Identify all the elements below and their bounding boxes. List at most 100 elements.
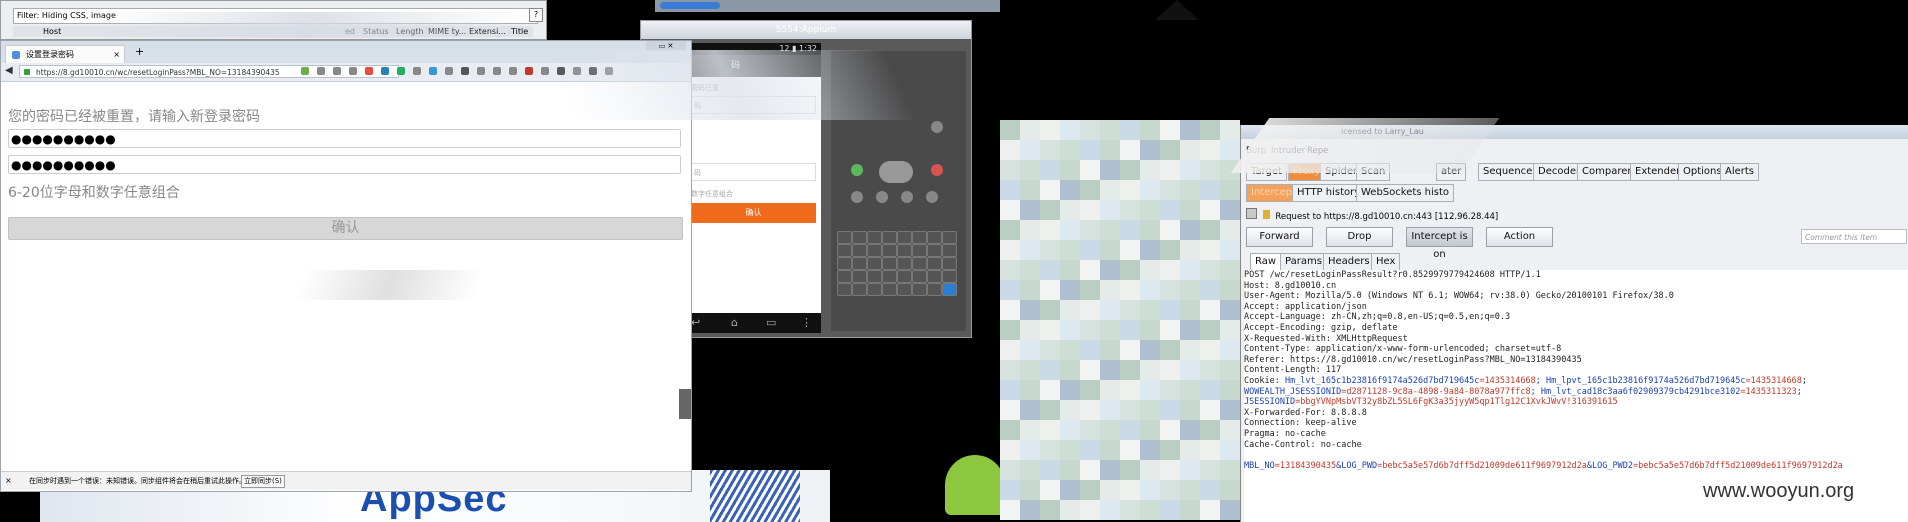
keyboard-key[interactable] xyxy=(867,283,882,296)
power-icon[interactable] xyxy=(931,121,943,133)
history-col-4[interactable]: Extensi... xyxy=(469,26,506,37)
keyboard-key[interactable] xyxy=(852,270,867,283)
keyboard-key[interactable] xyxy=(837,244,852,257)
view-hex[interactable]: Hex xyxy=(1371,253,1401,271)
password-input-1[interactable]: ●●●●●●●●●● xyxy=(8,129,681,148)
keyboard-key[interactable] xyxy=(882,270,897,283)
keyboard-key[interactable] xyxy=(942,283,957,296)
keyboard-key[interactable] xyxy=(852,244,867,257)
extension-icon[interactable] xyxy=(509,67,517,75)
history-col-5[interactable]: Title xyxy=(511,26,528,37)
search-hw-icon[interactable] xyxy=(926,191,938,203)
keyboard-key[interactable] xyxy=(882,244,897,257)
keyboard-key[interactable] xyxy=(897,257,912,270)
keyboard-key[interactable] xyxy=(852,283,867,296)
extension-icon[interactable] xyxy=(589,67,597,75)
extension-icon[interactable] xyxy=(333,67,341,75)
history-col-1[interactable]: Status xyxy=(363,26,389,37)
back-icon[interactable]: ◀ xyxy=(5,65,13,76)
notice-close-icon[interactable]: × xyxy=(5,472,12,490)
menu-hw-icon[interactable] xyxy=(876,191,888,203)
keyboard-key[interactable] xyxy=(837,257,852,270)
phone-input-2[interactable]: 码 xyxy=(691,163,816,181)
keyboard-key[interactable] xyxy=(927,283,942,296)
tab-target[interactable]: Target xyxy=(1246,163,1287,181)
keyboard-key[interactable] xyxy=(867,270,882,283)
extension-icon[interactable] xyxy=(381,67,389,75)
keyboard-key[interactable] xyxy=(942,257,957,270)
view-params[interactable]: Params xyxy=(1280,253,1327,271)
keyboard-key[interactable] xyxy=(912,270,927,283)
tab-alerts[interactable]: Alerts xyxy=(1720,163,1760,181)
keyboard-key[interactable] xyxy=(837,270,852,283)
extension-icon[interactable] xyxy=(605,67,613,75)
action-button[interactable]: Action xyxy=(1486,227,1553,247)
keyboard-key[interactable] xyxy=(912,257,927,270)
keyboard-key[interactable] xyxy=(927,270,942,283)
home-hw-icon[interactable] xyxy=(851,191,863,203)
keyboard-key[interactable] xyxy=(942,270,957,283)
keyboard-key[interactable] xyxy=(897,283,912,296)
keyboard-key[interactable] xyxy=(882,257,897,270)
menu-burp[interactable]: Burp xyxy=(1246,145,1266,157)
password-input-2[interactable]: ●●●●●●●●●● xyxy=(8,155,681,174)
extension-icon[interactable] xyxy=(573,67,581,75)
keyboard-key[interactable] xyxy=(852,231,867,244)
history-col-3[interactable]: MIME ty... xyxy=(428,26,466,37)
tab-extender[interactable]: Extender xyxy=(1630,163,1686,181)
extension-icon[interactable] xyxy=(397,67,405,75)
end-call-icon[interactable] xyxy=(931,164,943,176)
tab-comparer[interactable]: Comparer xyxy=(1577,163,1637,181)
extension-icon[interactable] xyxy=(557,67,565,75)
extension-icon[interactable] xyxy=(445,67,453,75)
keyboard-key[interactable] xyxy=(867,231,882,244)
extension-icon[interactable] xyxy=(349,67,357,75)
new-tab-button[interactable]: + xyxy=(135,45,144,59)
extension-icon[interactable] xyxy=(413,67,421,75)
menu-intruder[interactable]: Intruder xyxy=(1271,145,1305,157)
extension-icon[interactable] xyxy=(429,67,437,75)
extension-icon[interactable] xyxy=(541,67,549,75)
keyboard-key[interactable] xyxy=(927,231,942,244)
hw-keyboard[interactable] xyxy=(837,231,962,301)
keyboard-key[interactable] xyxy=(927,257,942,270)
extension-icon[interactable] xyxy=(525,67,533,75)
dpad[interactable] xyxy=(879,161,913,183)
extension-icon[interactable] xyxy=(317,67,325,75)
filter-bar[interactable]: Filter: Hiding CSS, image xyxy=(13,8,538,24)
nav-back-icon[interactable]: ↩ xyxy=(691,313,700,333)
tab-close-icon[interactable]: × xyxy=(113,46,120,64)
sync-now-button[interactable]: 立即同步(S) xyxy=(241,475,285,488)
tab-sequencer[interactable]: Sequencer xyxy=(1478,163,1542,181)
call-icon[interactable] xyxy=(851,164,863,176)
keyboard-key[interactable] xyxy=(912,231,927,244)
back-hw-icon[interactable] xyxy=(901,191,913,203)
keyboard-key[interactable] xyxy=(897,231,912,244)
comment-input[interactable]: Comment this item xyxy=(1801,229,1907,244)
filter-help-icon[interactable]: ? xyxy=(529,8,543,22)
keyboard-key[interactable] xyxy=(897,244,912,257)
phone-input-1[interactable]: 码 xyxy=(691,96,816,114)
menu-repeater[interactable]: Repe xyxy=(1307,145,1328,157)
tab-scanner[interactable]: Scan xyxy=(1356,163,1391,181)
extension-icon[interactable] xyxy=(301,67,309,75)
keyboard-key[interactable] xyxy=(927,244,942,257)
history-col-host[interactable]: Host xyxy=(43,26,61,37)
nav-menu-icon[interactable]: ⋮ xyxy=(801,313,812,333)
keyboard-key[interactable] xyxy=(837,283,852,296)
keyboard-key[interactable] xyxy=(882,283,897,296)
view-headers[interactable]: Headers xyxy=(1323,253,1375,271)
browser-tab[interactable]: 设置登录密码 × xyxy=(5,45,125,63)
keyboard-key[interactable] xyxy=(867,244,882,257)
keyboard-key[interactable] xyxy=(882,231,897,244)
nav-recent-icon[interactable]: ▭ xyxy=(766,313,776,333)
drop-button[interactable]: Drop xyxy=(1326,227,1393,247)
intercept-toggle[interactable]: Intercept is on xyxy=(1406,227,1473,260)
extension-icon[interactable] xyxy=(493,67,501,75)
keyboard-key[interactable] xyxy=(942,244,957,257)
tab-repeater[interactable]: ater xyxy=(1436,163,1467,181)
confirm-button[interactable]: 确认 xyxy=(8,217,683,240)
keyboard-key[interactable] xyxy=(852,257,867,270)
scroll-thumb[interactable] xyxy=(679,389,691,419)
keyboard-key[interactable] xyxy=(912,283,927,296)
